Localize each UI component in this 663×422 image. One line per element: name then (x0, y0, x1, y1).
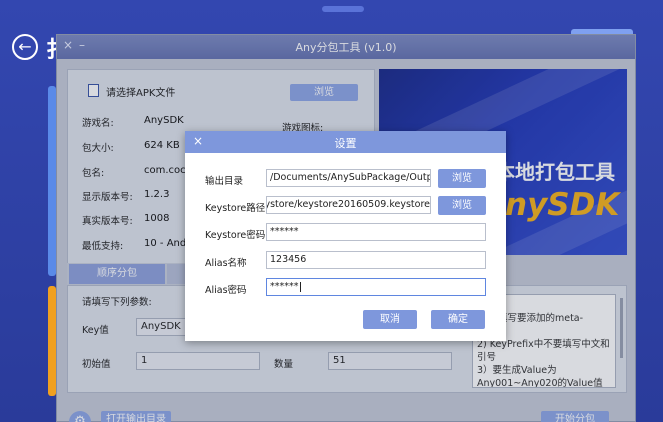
alias-password-value: ****** (270, 281, 299, 292)
alias-name-input[interactable]: 123456 (266, 251, 486, 269)
keystore-path-label: Keystore路径 (205, 203, 266, 214)
keystore-password-label: Keystore密码 (205, 230, 266, 241)
ok-button[interactable]: 确定 (431, 310, 485, 329)
browse-keystore-button[interactable]: 浏览 (438, 196, 486, 215)
dialog-title: 设置 (334, 137, 357, 150)
settings-dialog: × 设置 输出目录 /Documents/AnySubPackage/Outpu… (185, 131, 506, 341)
dialog-header: × 设置 (185, 131, 506, 153)
left-accent-stripe (48, 86, 56, 276)
browse-output-button[interactable]: 浏览 (438, 169, 486, 188)
keystore-path-input[interactable]: keystore/keystore20160509.keystore (266, 196, 431, 214)
text-caret (299, 281, 301, 292)
back-icon[interactable]: ← (12, 34, 38, 60)
alias-name-label: Alias名称 (205, 258, 247, 269)
alias-password-input[interactable]: ****** (266, 278, 486, 296)
cancel-button[interactable]: 取消 (363, 310, 417, 329)
keystore-password-input[interactable]: ****** (266, 223, 486, 241)
alias-password-label: Alias密码 (205, 285, 247, 296)
left-accent-stripe-orange (48, 286, 56, 396)
output-dir-input[interactable]: /Documents/AnySubPackage/Output (266, 169, 431, 187)
output-dir-label: 输出目录 (205, 176, 244, 187)
top-drag-handle (322, 6, 364, 12)
